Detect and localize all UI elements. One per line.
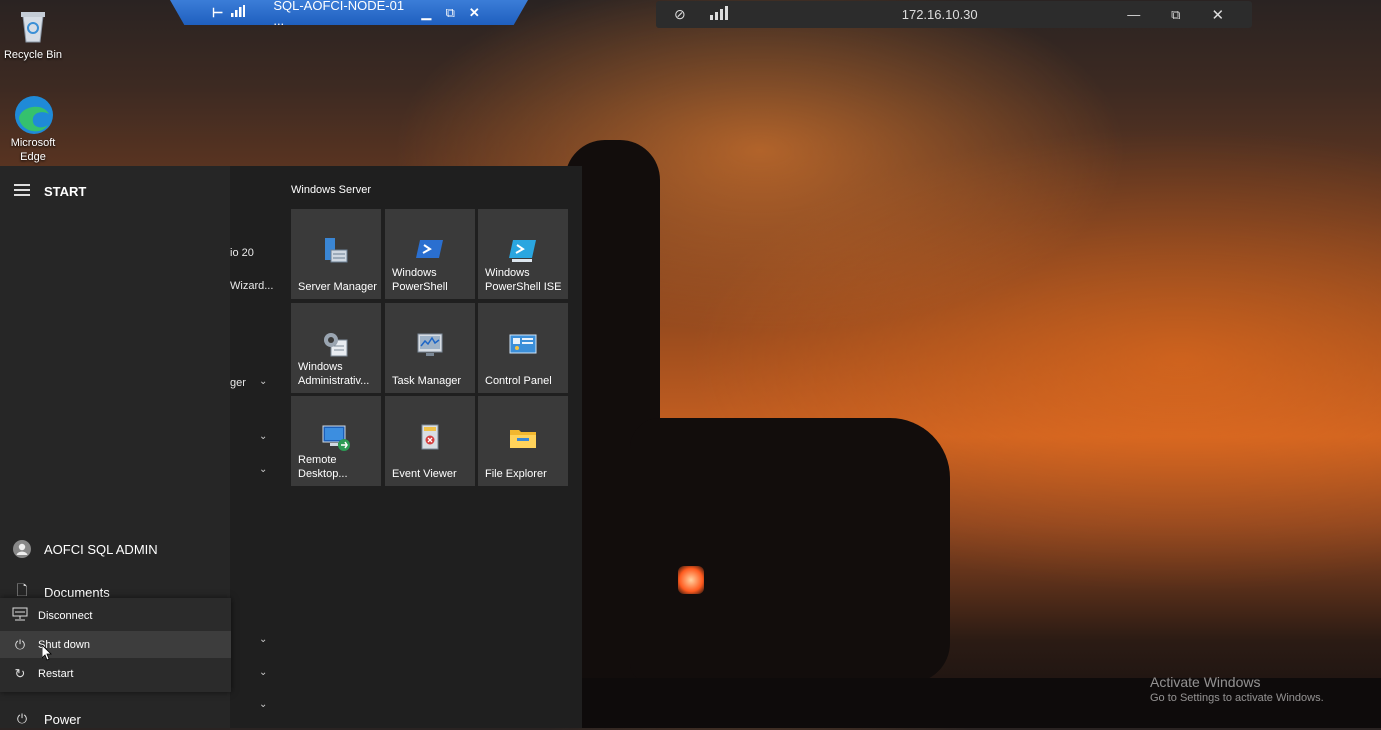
user-avatar-icon (13, 540, 31, 558)
connection-address: 172.16.10.30 (901, 7, 978, 22)
tile-event-viewer[interactable]: Event Viewer (385, 396, 475, 486)
desktop-icon-label: Microsoft Edge (10, 137, 56, 163)
hamburger-menu-icon[interactable] (14, 184, 30, 196)
mouse-cursor-icon (41, 644, 52, 666)
car-rear-light (678, 566, 704, 594)
tile-label: Windows Administrativ... (298, 361, 370, 387)
tile-label: Event Viewer (392, 468, 457, 480)
power-icon: ⏻ (14, 636, 26, 652)
car-silhouette (630, 418, 950, 683)
tile-windows-powershell-ise[interactable]: Windows PowerShell ISE (478, 209, 568, 299)
desktop-icon-microsoft-edge[interactable]: Microsoft Edge (0, 94, 66, 164)
restart-option[interactable]: ↻ Restart (0, 660, 231, 687)
tile-label: Windows PowerShell ISE (485, 267, 562, 293)
event-viewer-icon (415, 423, 445, 453)
tile-label: Windows PowerShell (392, 267, 448, 293)
user-account[interactable]: AOFCI SQL ADMIN (0, 536, 230, 562)
app-list-item[interactable]: ger (230, 377, 246, 389)
app-list-item[interactable]: Wizard... (230, 280, 273, 292)
tile-label: File Explorer (485, 468, 547, 480)
file-explorer-icon (508, 423, 538, 453)
powershell-ise-icon (508, 236, 538, 266)
start-menu-title: START (44, 184, 87, 199)
tile-group-title: Windows Server (291, 184, 372, 196)
tile-label: Control Panel (485, 375, 552, 387)
chevron-down-icon[interactable]: ⌄ (259, 431, 267, 442)
tiles-area: Windows Server Server Manager Windows Po… (282, 166, 582, 728)
chevron-down-icon[interactable]: ⌄ (259, 376, 267, 387)
app-list-item[interactable]: io 20 (230, 247, 254, 259)
recycle-bin-icon (13, 6, 53, 46)
tile-control-panel[interactable]: Control Panel (478, 303, 568, 393)
signal-icon (231, 5, 246, 20)
watermark-title: Activate Windows (1150, 674, 1261, 690)
close-icon[interactable]: ✕ (465, 5, 483, 21)
disconnect-label: Disconnect (38, 609, 93, 622)
restore-icon[interactable]: ⧉ (1166, 7, 1186, 23)
power-label: Power (44, 711, 81, 727)
chevron-down-icon[interactable]: ⌄ (259, 464, 267, 475)
chevron-down-icon[interactable]: ⌄ (259, 667, 267, 678)
power-menu: Disconnect ⏻ Shut down ↻ Restart (0, 598, 231, 692)
desktop-icon-recycle-bin[interactable]: Recycle Bin (0, 6, 66, 62)
tile-label: Remote Desktop... (298, 454, 348, 480)
disconnect-icon (11, 607, 29, 624)
tile-task-manager[interactable]: Task Manager (385, 303, 475, 393)
user-name: AOFCI SQL ADMIN (44, 541, 158, 557)
app-list: io 20 Wizard... ger (230, 166, 282, 728)
tile-file-explorer[interactable]: File Explorer (478, 396, 568, 486)
edge-icon (13, 94, 53, 134)
minimize-icon[interactable]: — (1124, 7, 1144, 22)
power-icon: ⏻ (16, 711, 28, 726)
admin-tools-icon (321, 330, 351, 360)
signal-icon (709, 6, 730, 23)
pin-icon[interactable]: ⊢ (212, 5, 223, 21)
shut-down-option[interactable]: ⏻ Shut down (0, 631, 231, 658)
chevron-down-icon[interactable]: ⌄ (259, 634, 267, 645)
close-icon[interactable]: ✕ (1208, 6, 1228, 24)
disconnect-option[interactable]: Disconnect (0, 602, 231, 629)
connection-bar[interactable]: ⊘ 172.16.10.30 — ⧉ ✕ (656, 1, 1252, 28)
task-manager-icon (415, 330, 445, 360)
restore-icon[interactable]: ⧉ (441, 5, 459, 21)
minimize-icon[interactable]: ▁ (417, 5, 435, 21)
tile-label: Task Manager (392, 375, 462, 387)
power-item[interactable]: ⏻ Power (0, 708, 230, 730)
tile-windows-administrative-tools[interactable]: Windows Administrativ... (291, 303, 381, 393)
control-panel-icon (508, 330, 538, 360)
rdp-session-title: SQL-AOFCI-NODE-01 ... (273, 0, 405, 28)
desktop-icon-label: Recycle Bin (3, 49, 63, 61)
rdp-session-bar[interactable]: ⊢ SQL-AOFCI-NODE-01 ... ▁ ⧉ ✕ (170, 0, 528, 25)
watermark-subtitle: Go to Settings to activate Windows. (1150, 692, 1324, 704)
activate-windows-watermark: Activate Windows Go to Settings to activ… (1150, 674, 1324, 704)
tile-server-manager[interactable]: Server Manager (291, 209, 381, 299)
unpin-icon[interactable]: ⊘ (674, 6, 686, 23)
powershell-icon (415, 236, 445, 266)
server-manager-icon (321, 236, 351, 266)
tile-remote-desktop[interactable]: Remote Desktop... (291, 396, 381, 486)
remote-desktop-icon (321, 423, 351, 453)
tile-label: Server Manager (298, 281, 377, 293)
restart-icon: ↻ (14, 665, 26, 681)
tile-windows-powershell[interactable]: Windows PowerShell (385, 209, 475, 299)
restart-label: Restart (38, 667, 74, 680)
chevron-down-icon[interactable]: ⌄ (259, 699, 267, 710)
